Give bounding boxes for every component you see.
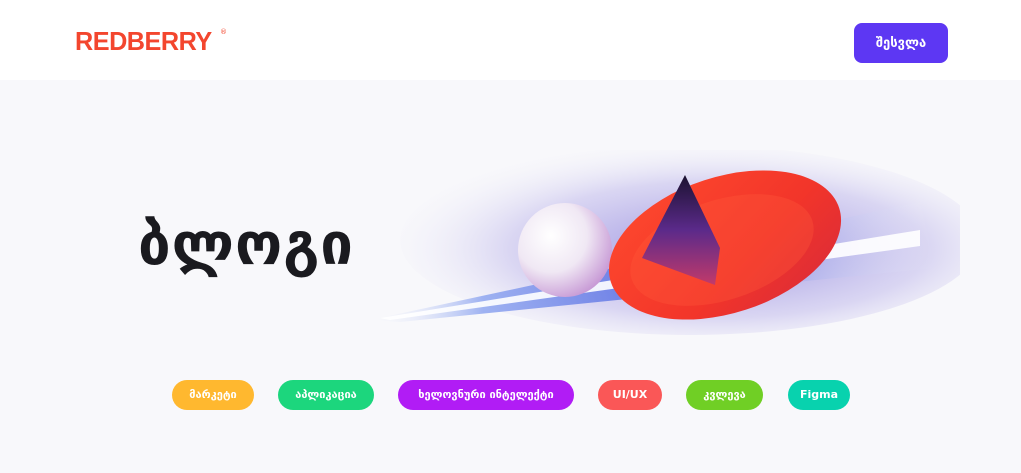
category-chip-figma[interactable]: Figma [788, 380, 850, 410]
hero-illustration [370, 150, 960, 335]
category-chip-ui-ux[interactable]: UI/UX [598, 380, 662, 410]
moon-sphere [518, 203, 612, 297]
login-button[interactable]: შესვლა [854, 23, 948, 63]
site-header: REDBERRY ® შესვლა [0, 0, 1021, 80]
page-title: ბლოგი [138, 210, 354, 278]
category-filter-bar: მარკეტი აპლიკაცია ხელოვნური ინტელექტი UI… [0, 380, 1021, 412]
category-chip-ai[interactable]: ხელოვნური ინტელექტი [398, 380, 574, 410]
category-chip-application[interactable]: აპლიკაცია [278, 380, 374, 410]
category-chip-market[interactable]: მარკეტი [172, 380, 254, 410]
registered-mark: ® [220, 28, 227, 36]
redberry-logo[interactable]: REDBERRY [75, 26, 212, 56]
category-chip-research[interactable]: კვლევა [686, 380, 763, 410]
